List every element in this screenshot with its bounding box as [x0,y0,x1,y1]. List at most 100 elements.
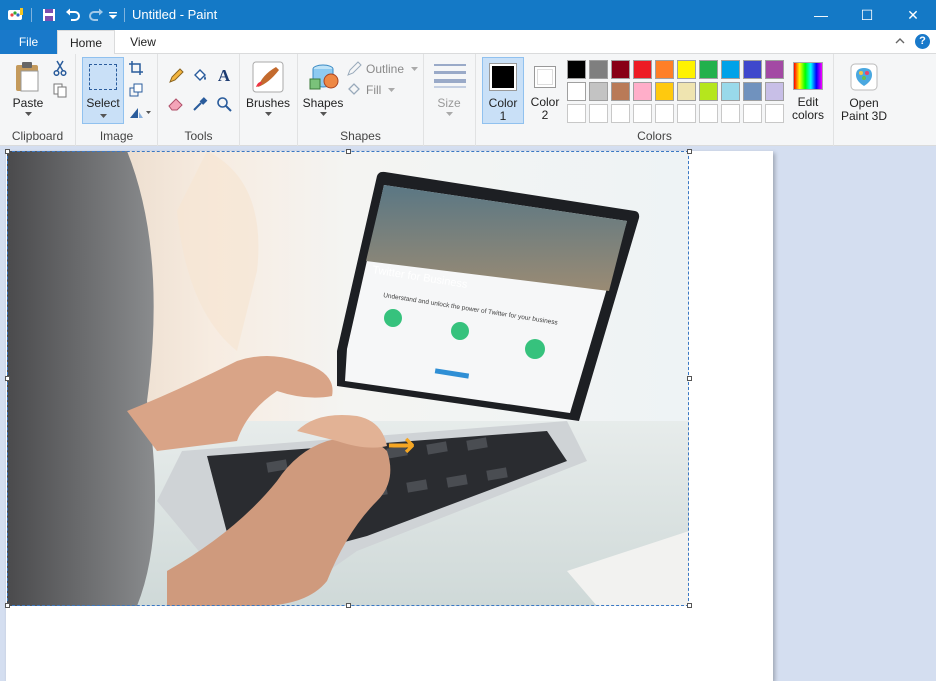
selection-handle-top[interactable] [346,149,351,154]
palette-swatch[interactable] [721,82,740,101]
size-group: Size [424,54,476,146]
selection-handle-left[interactable] [5,376,10,381]
palette-swatch[interactable] [677,82,696,101]
palette-empty-swatch[interactable] [699,104,718,123]
minimize-button[interactable]: — [798,0,844,30]
palette-swatch[interactable] [611,82,630,101]
palette-swatch[interactable] [567,82,586,101]
paste-button[interactable]: Paste [6,97,50,110]
canvas-area[interactable]: Twitter for Business Understand and unlo… [0,146,936,681]
palette-swatch[interactable] [655,60,674,79]
tab-file[interactable]: File [0,30,57,54]
clipboard-group-label: Clipboard [11,129,64,143]
palette-swatch[interactable] [699,60,718,79]
palette-swatch[interactable] [633,82,652,101]
help-icon[interactable]: ? [915,34,930,49]
brushes-dropdown-icon[interactable] [263,110,273,118]
palette-swatch[interactable] [765,60,784,79]
crop-icon[interactable] [128,60,144,76]
eraser-icon[interactable] [166,94,186,114]
shapes-button[interactable]: Shapes [300,97,346,110]
pencil-icon[interactable] [166,66,186,86]
palette-swatch[interactable] [589,82,608,101]
fill-icon [348,83,360,95]
edit-colors-line2: colors [791,108,824,122]
palette-swatch[interactable] [589,60,608,79]
palette-swatch[interactable] [743,82,762,101]
save-icon[interactable] [38,0,60,30]
maximize-icon: ☐ [860,6,874,23]
selection-handle-top-left[interactable] [5,149,10,154]
palette-empty-swatch[interactable] [765,104,784,123]
color1-button[interactable]: Color 1 [482,57,524,124]
brushes-icon[interactable] [251,60,285,94]
customize-toolbar-icon[interactable] [106,0,120,30]
palette-empty-swatch[interactable] [589,104,608,123]
magnifier-icon[interactable] [214,94,234,114]
paste-icon[interactable] [12,60,44,94]
resize-icon[interactable] [128,82,144,98]
outline-label: Outline [366,62,405,76]
select-label: Select [86,96,120,110]
size-button[interactable]: Size [424,97,474,110]
selection-handle-bottom-right[interactable] [687,603,692,608]
size-icon[interactable] [434,62,466,90]
copy-icon[interactable] [52,82,68,98]
palette-swatch[interactable] [567,60,586,79]
ribbon-tabs: File Home View ? [0,30,936,55]
fill-bucket-icon[interactable] [190,66,210,86]
color2-swatch-frame [534,66,556,88]
palette-empty-swatch[interactable] [633,104,652,123]
fill-button[interactable]: Fill [346,82,422,98]
palette-empty-swatch[interactable] [567,104,586,123]
palette-swatch[interactable] [743,60,762,79]
image-group-label: Image [99,129,134,143]
selection-handle-top-right[interactable] [687,149,692,154]
paint3d-group: Open Paint 3D [834,54,894,146]
palette-empty-swatch[interactable] [677,104,696,123]
palette-swatch[interactable] [721,60,740,79]
color-picker-icon[interactable] [190,94,210,114]
outline-button[interactable]: Outline [346,61,422,77]
palette-empty-swatch[interactable] [611,104,630,123]
palette-swatch[interactable] [765,82,784,101]
shapes-dropdown-icon[interactable] [318,110,328,118]
selection-handle-bottom-left[interactable] [5,603,10,608]
redo-icon[interactable] [85,0,107,30]
title-separator [31,8,32,22]
paint-window: Untitled - Paint — ☐ ✕ File Home View ? … [0,0,936,681]
close-button[interactable]: ✕ [890,0,936,30]
palette-empty-swatch[interactable] [655,104,674,123]
paint-app-icon[interactable] [4,0,28,30]
tools-group-label: Tools [184,129,213,143]
title-separator [124,8,125,22]
color-palette [567,60,787,126]
selection-rectangle[interactable] [7,151,689,606]
tab-view[interactable]: View [115,30,171,54]
edit-colors-button[interactable]: Edit colors [788,57,832,124]
collapse-ribbon-icon[interactable] [893,34,907,48]
rotate-icon[interactable] [128,104,152,120]
palette-swatch[interactable] [633,60,652,79]
palette-empty-swatch[interactable] [743,104,762,123]
maximize-button[interactable]: ☐ [844,0,890,30]
palette-empty-swatch[interactable] [721,104,740,123]
palette-swatch[interactable] [611,60,630,79]
paste-dropdown-icon[interactable] [23,110,33,118]
brushes-button[interactable]: Brushes [240,97,296,110]
select-button[interactable]: Select [82,57,124,124]
undo-icon[interactable] [62,0,84,30]
selection-handle-right[interactable] [687,376,692,381]
palette-swatch[interactable] [655,82,674,101]
cut-icon[interactable] [52,60,68,76]
select-dropdown-icon [98,112,108,120]
text-icon[interactable]: A [214,66,234,86]
open-paint3d-button[interactable]: Open Paint 3D [836,57,892,127]
shapes-icon[interactable] [306,60,340,94]
size-dropdown-icon[interactable] [444,110,454,118]
color2-button[interactable]: Color 2 [526,57,566,124]
selection-handle-bottom[interactable] [346,603,351,608]
palette-swatch[interactable] [699,82,718,101]
palette-swatch[interactable] [677,60,696,79]
tab-home[interactable]: Home [57,30,115,55]
